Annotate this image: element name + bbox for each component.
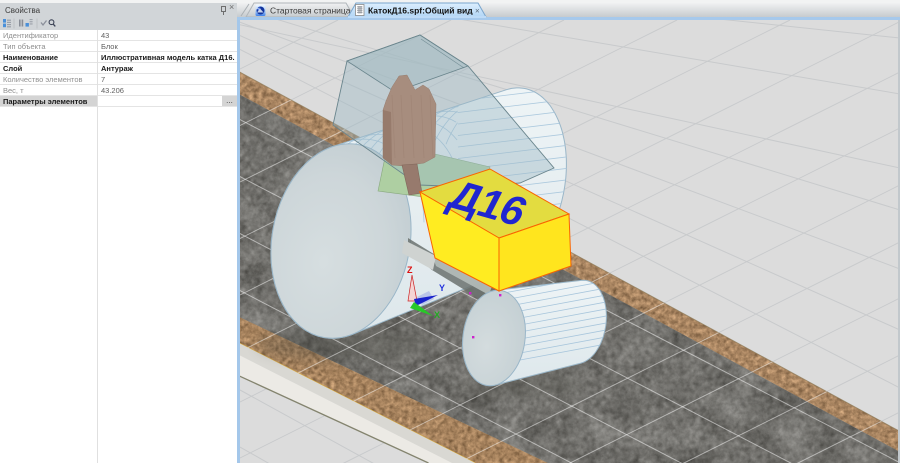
svg-text:Стартовая страница: Стартовая страница [270, 6, 351, 16]
svg-text:КатокД16.spf:Общий вид: КатокД16.spf:Общий вид [368, 6, 473, 16]
svg-text:×: × [475, 7, 480, 16]
svg-text:Z: Z [407, 265, 413, 275]
svg-text:Y: Y [439, 283, 445, 293]
svg-text:X: X [434, 310, 440, 320]
